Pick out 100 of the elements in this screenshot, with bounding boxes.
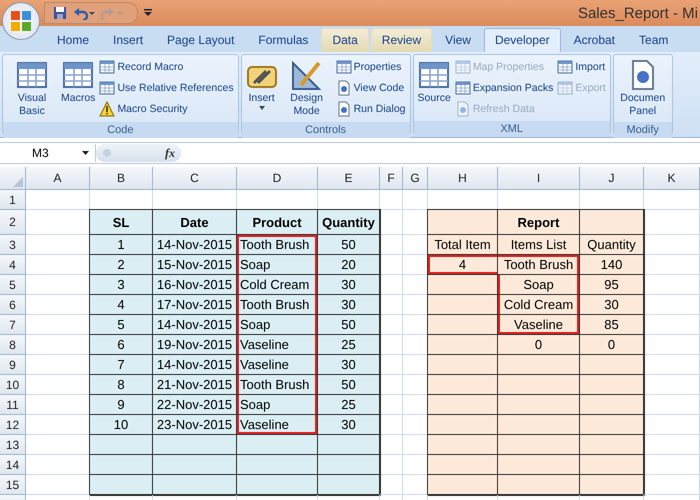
grid-cell[interactable]: [380, 275, 403, 295]
table-cell: 9: [90, 395, 153, 415]
row-header[interactable]: 12: [0, 415, 26, 435]
column-header[interactable]: J: [580, 167, 644, 190]
row-header[interactable]: 7: [0, 315, 26, 335]
grid-cell[interactable]: [380, 475, 403, 495]
row-header[interactable]: 3: [0, 235, 26, 255]
column-header[interactable]: I: [498, 167, 580, 190]
grid-cell[interactable]: [644, 335, 700, 355]
ribbon-button[interactable]: Properties: [334, 57, 407, 77]
grid-cell[interactable]: [644, 375, 700, 395]
grid-cell[interactable]: [380, 190, 403, 210]
ribbon-button[interactable]: Macro Security: [98, 99, 235, 119]
ribbon-button[interactable]: Import: [556, 57, 607, 77]
save-icon[interactable]: [53, 6, 67, 20]
grid-cell[interactable]: [644, 455, 700, 475]
row-header[interactable]: 2: [0, 210, 26, 235]
grid-cell[interactable]: [380, 235, 403, 255]
row-header[interactable]: 6: [0, 295, 26, 315]
column-header[interactable]: D: [237, 167, 318, 190]
grid-cell[interactable]: [380, 295, 403, 315]
grid-cell[interactable]: [380, 415, 403, 435]
table-cell: 50: [318, 315, 380, 335]
grid-cell[interactable]: [644, 210, 700, 235]
ribbon-tab[interactable]: View: [434, 28, 482, 52]
ribbon-tab[interactable]: Page Layout: [156, 28, 246, 52]
grid-cell[interactable]: [380, 375, 403, 395]
ribbon-button[interactable]: Expansion Packs: [454, 78, 554, 98]
grid-cell[interactable]: [644, 475, 700, 495]
grid-cell[interactable]: [644, 295, 700, 315]
grid-cell[interactable]: [644, 435, 700, 455]
grid-cell[interactable]: [644, 395, 700, 415]
column-header[interactable]: E: [318, 167, 380, 190]
table-cell: Vaseline: [237, 415, 318, 435]
ribbon-tab[interactable]: Review: [370, 28, 432, 52]
grid-cell[interactable]: [644, 275, 700, 295]
grid-cell[interactable]: [380, 455, 403, 475]
ribbon-button[interactable]: Run Dialog: [334, 99, 407, 119]
ribbon-button[interactable]: Record Macro: [98, 57, 235, 77]
row-header[interactable]: 1: [0, 190, 26, 210]
column-header[interactable]: C: [153, 167, 237, 190]
ribbon-tab[interactable]: Acrobat: [562, 28, 626, 52]
table-cell: 0: [580, 335, 644, 355]
insert-function-button[interactable]: fx: [165, 146, 175, 160]
grid-cell[interactable]: [380, 315, 403, 335]
table-cell: Tooth Brush: [237, 235, 318, 255]
table-cell: Soap: [237, 395, 318, 415]
column-header[interactable]: G: [403, 167, 428, 190]
grid-cell[interactable]: [26, 190, 90, 210]
grid-cell[interactable]: [380, 335, 403, 355]
row-header[interactable]: 13: [0, 435, 26, 455]
row-header[interactable]: 5: [0, 275, 26, 295]
ribbon-tab[interactable]: Home: [46, 28, 100, 52]
ribbon-tab[interactable]: Formulas: [247, 28, 320, 52]
row-header[interactable]: 4: [0, 255, 26, 275]
ribbon-button[interactable]: Macros: [60, 57, 96, 120]
customize-toolbar-icon[interactable]: [144, 8, 152, 18]
ribbon-button[interactable]: Documen Panel: [616, 57, 669, 120]
office-button[interactable]: [2, 2, 40, 40]
row-header[interactable]: 14: [0, 455, 26, 475]
column-header[interactable]: H: [428, 167, 498, 190]
ribbon-tab[interactable]: Insert: [102, 28, 154, 52]
grid-cell[interactable]: [380, 395, 403, 415]
table-cell: 5: [90, 315, 153, 335]
grid-cell[interactable]: [403, 190, 428, 210]
table-cell: 6: [90, 335, 153, 355]
grid-cell[interactable]: [644, 235, 700, 255]
grid-cell[interactable]: [644, 355, 700, 375]
ribbon-tab[interactable]: Developer: [484, 28, 561, 52]
row-header[interactable]: 9: [0, 355, 26, 375]
row-header[interactable]: 8: [0, 335, 26, 355]
column-header[interactable]: F: [380, 167, 403, 190]
column-header[interactable]: B: [90, 167, 153, 190]
column-header[interactable]: A: [26, 167, 90, 190]
grid-cell[interactable]: [380, 435, 403, 455]
ribbon-button[interactable]: Design Mode: [280, 57, 333, 120]
column-header[interactable]: K: [644, 167, 700, 190]
row-header[interactable]: 11: [0, 395, 26, 415]
ribbon-button[interactable]: Insert: [244, 57, 279, 120]
ribbon-tab[interactable]: Data: [321, 28, 369, 52]
window-title: Sales_Report - Mi: [578, 4, 698, 22]
ribbon-button[interactable]: Use Relative References: [98, 78, 235, 98]
table-cell: Vaseline: [498, 315, 580, 335]
grid-cell[interactable]: [644, 415, 700, 435]
grid-cell[interactable]: [644, 255, 700, 275]
grid-cell[interactable]: [644, 315, 700, 335]
ribbon-button[interactable]: View Code: [334, 78, 407, 98]
undo-icon[interactable]: [73, 6, 95, 20]
row-header[interactable]: 10: [0, 375, 26, 395]
splitter-handle-icon[interactable]: [102, 148, 112, 158]
table-cell: 17-Nov-2015: [153, 295, 237, 315]
grid-cell[interactable]: [380, 210, 403, 235]
name-box[interactable]: M3: [0, 144, 96, 162]
ribbon-button[interactable]: Source: [416, 57, 452, 119]
row-header[interactable]: 15: [0, 475, 26, 495]
grid-cell[interactable]: [380, 255, 403, 275]
ribbon-button[interactable]: Visual Basic: [6, 57, 58, 120]
grid-cell[interactable]: [644, 190, 700, 210]
ribbon-tab[interactable]: Team: [628, 28, 680, 52]
grid-cell[interactable]: [380, 355, 403, 375]
